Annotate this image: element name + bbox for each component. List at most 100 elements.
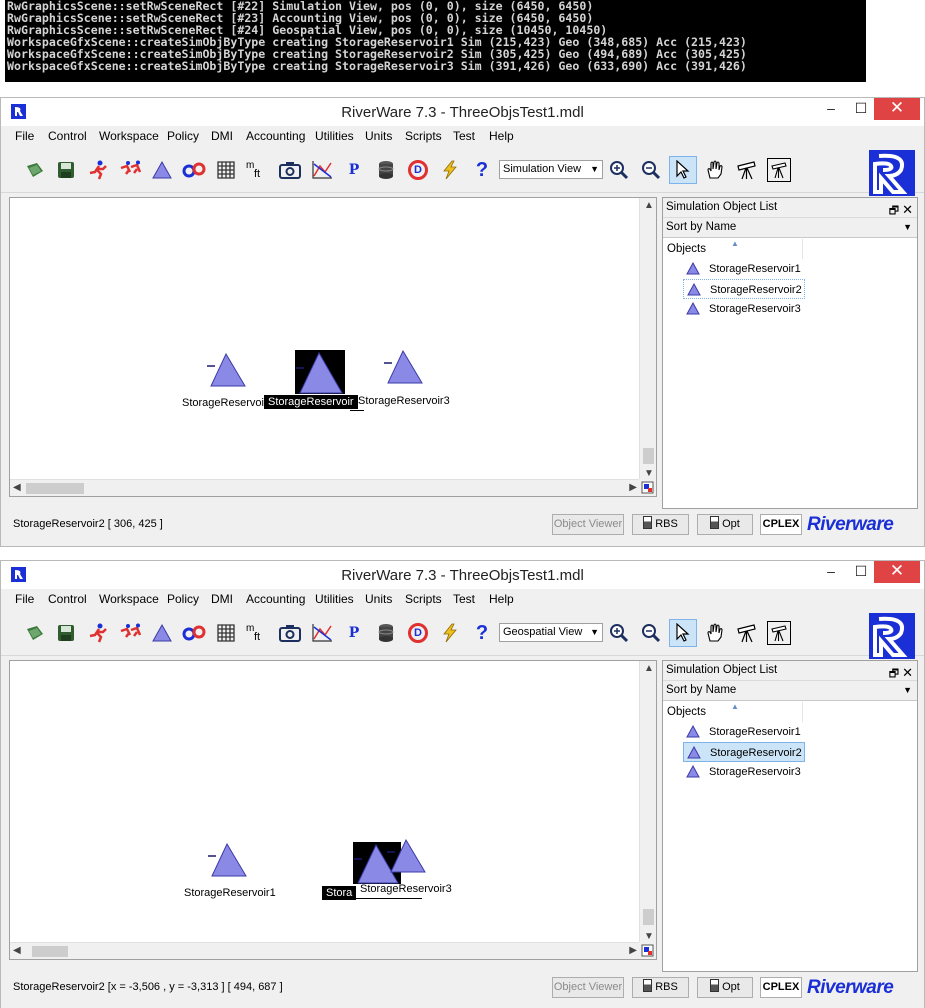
- maximize-button[interactable]: ☐: [846, 98, 876, 120]
- sort-select[interactable]: Sort by Name ▼: [663, 218, 917, 238]
- zoom-in-icon[interactable]: [607, 158, 631, 182]
- multi-run-icon[interactable]: [118, 621, 142, 645]
- objects-column-header[interactable]: ▲ Objects: [663, 702, 803, 722]
- save-icon[interactable]: [54, 158, 78, 182]
- run-icon[interactable]: [86, 158, 110, 182]
- menu-help[interactable]: Help: [489, 129, 514, 143]
- menu-test[interactable]: Test: [453, 592, 475, 606]
- open-icon[interactable]: [23, 158, 47, 182]
- cplex-button[interactable]: CPLEX: [760, 977, 802, 998]
- menu-control[interactable]: Control: [48, 129, 87, 143]
- minimize-button[interactable]: –: [816, 98, 846, 120]
- float-panel-icon[interactable]: 🗗: [889, 668, 899, 680]
- storage-reservoir-object[interactable]: [383, 350, 423, 384]
- link-icon[interactable]: [182, 158, 206, 182]
- title-bar[interactable]: RiverWare 7.3 - ThreeObjsTest1.mdl – ☐ ✕: [1, 561, 924, 589]
- database-icon[interactable]: [374, 158, 398, 182]
- menu-file[interactable]: File: [15, 129, 34, 143]
- menu-scripts[interactable]: Scripts: [405, 129, 442, 143]
- pan-hand-icon[interactable]: [703, 158, 727, 182]
- menu-dmi[interactable]: DMI: [211, 592, 233, 606]
- storage-reservoir-label[interactable]: StorageReservoir3: [354, 394, 454, 408]
- maximize-button[interactable]: ☐: [846, 561, 876, 583]
- storage-reservoir-label[interactable]: StorageReservoir1: [180, 886, 280, 900]
- vertical-scroll-thumb[interactable]: [643, 909, 654, 925]
- menu-accounting[interactable]: Accounting: [246, 592, 305, 606]
- vertical-scrollbar[interactable]: ▲ ▼: [639, 198, 656, 481]
- simulation-object-icon[interactable]: [150, 158, 174, 182]
- menu-policy[interactable]: Policy: [167, 592, 199, 606]
- workspace-canvas[interactable]: StorageReservoir1 Stora StorageReservoir3 …: [9, 660, 657, 960]
- link-icon[interactable]: [182, 621, 206, 645]
- object-viewer-button[interactable]: Object Viewer: [552, 977, 624, 998]
- help-icon[interactable]: ?: [470, 158, 494, 182]
- lightning-icon[interactable]: [438, 158, 462, 182]
- menu-control[interactable]: Control: [48, 592, 87, 606]
- zoom-out-icon[interactable]: [639, 158, 663, 182]
- list-item[interactable]: StorageReservoir2: [683, 742, 805, 762]
- telescope-framed-icon[interactable]: [767, 621, 791, 645]
- storage-reservoir-object[interactable]: [295, 350, 345, 394]
- plot-icon[interactable]: [310, 158, 334, 182]
- objects-column-header[interactable]: ▲ Objects: [663, 239, 803, 259]
- sort-select[interactable]: Sort by Name ▼: [663, 681, 917, 701]
- opt-button[interactable]: Opt: [697, 514, 753, 535]
- lightning-icon[interactable]: [438, 621, 462, 645]
- menu-test[interactable]: Test: [453, 129, 475, 143]
- telescope-icon[interactable]: [735, 158, 759, 182]
- list-item[interactable]: StorageReservoir1: [683, 259, 805, 279]
- camera-icon[interactable]: [278, 621, 302, 645]
- object-viewer-button[interactable]: Object Viewer: [552, 514, 624, 535]
- close-panel-icon[interactable]: ✕: [902, 665, 913, 680]
- opt-button[interactable]: Opt: [697, 977, 753, 998]
- dmi-icon[interactable]: D: [406, 621, 430, 645]
- menu-utilities[interactable]: Utilities: [315, 129, 354, 143]
- menu-file[interactable]: File: [15, 592, 34, 606]
- float-panel-icon[interactable]: 🗗: [889, 205, 899, 217]
- grid-icon[interactable]: [214, 621, 238, 645]
- storage-reservoir-object[interactable]: [207, 843, 247, 877]
- dmi-icon[interactable]: D: [406, 158, 430, 182]
- scroll-down-icon[interactable]: ▼: [644, 931, 654, 942]
- scroll-up-icon[interactable]: ▲: [644, 663, 654, 674]
- database-icon[interactable]: [374, 621, 398, 645]
- scroll-up-icon[interactable]: ▲: [644, 200, 654, 211]
- storage-reservoir-label[interactable]: StorageReservoir3: [356, 882, 456, 896]
- plot-icon[interactable]: [310, 621, 334, 645]
- scroll-left-icon[interactable]: ◀: [13, 945, 21, 956]
- menu-units[interactable]: Units: [365, 129, 392, 143]
- menu-units[interactable]: Units: [365, 592, 392, 606]
- list-item[interactable]: StorageReservoir3: [683, 762, 805, 782]
- menu-utilities[interactable]: Utilities: [315, 592, 354, 606]
- menu-scripts[interactable]: Scripts: [405, 592, 442, 606]
- units-icon[interactable]: m ft: [246, 158, 270, 182]
- scroll-left-icon[interactable]: ◀: [13, 482, 21, 493]
- menu-accounting[interactable]: Accounting: [246, 129, 305, 143]
- zoom-out-icon[interactable]: [639, 621, 663, 645]
- minimize-button[interactable]: –: [816, 561, 846, 583]
- rbs-button[interactable]: RBS: [632, 977, 689, 998]
- menu-help[interactable]: Help: [489, 592, 514, 606]
- cplex-button[interactable]: CPLEX: [760, 514, 802, 535]
- storage-reservoir-object[interactable]: [206, 353, 246, 387]
- telescope-icon[interactable]: [735, 621, 759, 645]
- simulation-object-icon[interactable]: [150, 621, 174, 645]
- storage-reservoir-object[interactable]: [386, 839, 426, 873]
- open-icon[interactable]: [23, 621, 47, 645]
- save-icon[interactable]: [54, 621, 78, 645]
- storage-reservoir-label[interactable]: StorageReservoir: [264, 395, 358, 409]
- title-bar[interactable]: RiverWare 7.3 - ThreeObjsTest1.mdl – ☐ ✕: [1, 98, 924, 126]
- camera-icon[interactable]: [278, 158, 302, 182]
- policy-icon[interactable]: P: [342, 158, 366, 182]
- horizontal-scrollbar[interactable]: ◀ ▶: [10, 942, 640, 959]
- vertical-scrollbar[interactable]: ▲ ▼: [639, 661, 656, 944]
- navigator-corner-icon[interactable]: [639, 479, 656, 496]
- view-select[interactable]: Simulation View ▼: [499, 160, 603, 179]
- horizontal-scroll-thumb[interactable]: [26, 483, 84, 494]
- menu-policy[interactable]: Policy: [167, 129, 199, 143]
- rbs-button[interactable]: RBS: [632, 514, 689, 535]
- list-item[interactable]: StorageReservoir1: [683, 722, 805, 742]
- select-pointer-icon[interactable]: [669, 619, 697, 647]
- menu-workspace[interactable]: Workspace: [99, 592, 159, 606]
- horizontal-scroll-thumb[interactable]: [32, 946, 68, 957]
